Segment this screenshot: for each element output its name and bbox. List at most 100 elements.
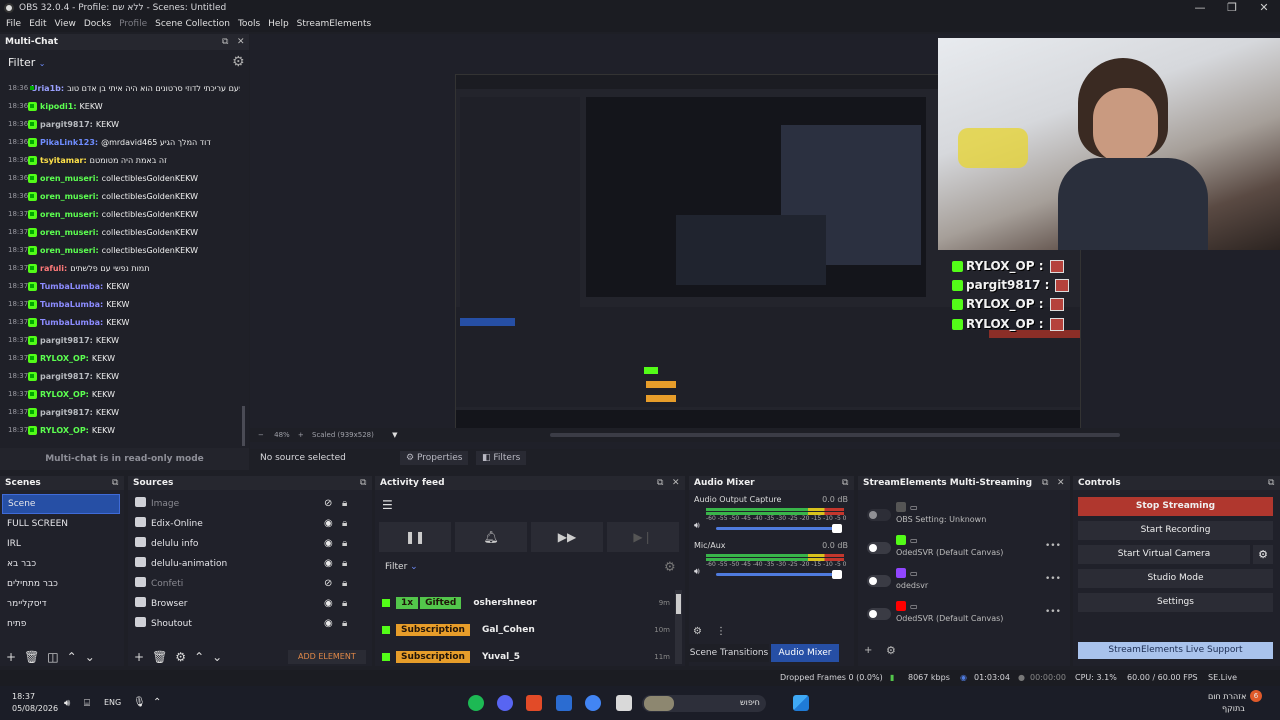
trash-icon[interactable]: 🗑: [24, 650, 47, 664]
chevron-up-icon[interactable]: ⌃: [194, 650, 212, 664]
lock-icon[interactable]: 🔒︎: [342, 594, 347, 614]
scene-list[interactable]: Scene FULL SCREEN IRL כבר בא כבר מתחילים דיסק…: [0, 494, 124, 634]
chat-filter[interactable]: Filter ⌄: [8, 56, 45, 69]
zoom-out-icon[interactable]: −: [258, 431, 264, 439]
trash-icon[interactable]: 🗑: [152, 650, 175, 664]
menu-scene-collection[interactable]: Scene Collection: [151, 19, 234, 29]
close-window-button[interactable]: ✕: [1244, 0, 1280, 16]
gear-icon[interactable]: ⚙: [175, 650, 194, 664]
chevron-up-icon[interactable]: ⌃: [153, 697, 161, 708]
skip-end-button[interactable]: ▶❘: [607, 522, 679, 552]
eye-icon[interactable]: ◉: [324, 614, 333, 634]
float-dock-icon[interactable]: ⧉: [657, 476, 663, 490]
source-item[interactable]: Confeti ⊘ 🔒︎: [128, 574, 372, 594]
activity-event[interactable]: Subscription Gal_Cohen 10m: [380, 616, 670, 643]
filter-icon[interactable]: ◫: [47, 650, 66, 664]
output-row[interactable]: ▭ OBS Setting: Unknown: [896, 502, 986, 524]
eye-icon[interactable]: ◉: [324, 554, 333, 574]
more-options-icon[interactable]: ⋮: [716, 626, 726, 637]
output-row[interactable]: ▭ OdedSVR (Default Canvas): [896, 535, 1003, 557]
microphone-icon[interactable]: 🎙︎: [133, 697, 146, 708]
volume-icon[interactable]: 🔊︎: [64, 698, 70, 709]
activity-scrollbar[interactable]: [675, 590, 682, 664]
chevron-down-icon[interactable]: ⌄: [212, 650, 230, 664]
menu-streamelements[interactable]: StreamElements: [293, 19, 376, 29]
settings-button[interactable]: Settings: [1078, 593, 1273, 612]
chevron-up-icon[interactable]: ⌃: [67, 650, 85, 664]
se-live-support-button[interactable]: StreamElements Live Support: [1078, 642, 1273, 659]
lock-icon[interactable]: 🔒︎: [342, 514, 347, 534]
network-icon[interactable]: ⌸: [84, 698, 90, 709]
lock-icon[interactable]: 🔒︎: [342, 554, 347, 574]
spotify-icon[interactable]: [468, 695, 484, 711]
filters-button[interactable]: ◧ Filters: [476, 451, 527, 465]
activity-event[interactable]: 1x Gifted oshershneor 9m: [380, 589, 670, 616]
close-dock-icon[interactable]: ✕: [1057, 476, 1065, 490]
menu-docks[interactable]: Docks: [80, 19, 115, 29]
chat-message-list[interactable]: 18:36 Uria1b: פעם עריכתי לדוזי סרטונים ה…: [0, 79, 240, 473]
output-row[interactable]: ▭ OdedSVR (Default Canvas): [896, 601, 1003, 623]
scene-item[interactable]: פתיח: [0, 614, 124, 634]
chevron-down-icon[interactable]: ⌄: [85, 650, 103, 664]
close-dock-icon[interactable]: ✕: [237, 34, 245, 50]
taskbar-search[interactable]: חיפוש: [642, 695, 766, 712]
notification-badge[interactable]: 6: [1250, 690, 1262, 702]
tab-audio-mixer[interactable]: Audio Mixer: [771, 644, 839, 662]
source-item[interactable]: Browser ◉ 🔒︎: [128, 594, 372, 614]
float-dock-icon[interactable]: ⧉: [360, 476, 366, 490]
file-explorer-icon[interactable]: [616, 695, 632, 711]
volume-slider[interactable]: [716, 524, 842, 533]
scene-item[interactable]: כבר בא: [0, 554, 124, 574]
discord-icon[interactable]: [497, 695, 513, 711]
scene-item[interactable]: Scene: [2, 494, 120, 514]
menu-file[interactable]: File: [2, 19, 25, 29]
stop-streaming-button[interactable]: Stop Streaming: [1078, 497, 1273, 516]
gear-icon[interactable]: ⚙: [664, 560, 676, 575]
add-icon[interactable]: +: [864, 645, 872, 656]
activity-event[interactable]: Subscription Yuval_5 11m: [380, 643, 670, 670]
menu-profile[interactable]: Profile: [115, 19, 151, 29]
source-item[interactable]: delulu-animation ◉ 🔒︎: [128, 554, 372, 574]
output-toggle[interactable]: [867, 542, 891, 554]
float-dock-icon[interactable]: ⧉: [1268, 476, 1274, 490]
source-item[interactable]: delulu info ◉ 🔒︎: [128, 534, 372, 554]
eye-closed-icon[interactable]: ⊘: [324, 574, 332, 594]
hamburger-menu-icon[interactable]: ☰: [382, 498, 393, 512]
add-icon[interactable]: +: [134, 650, 152, 664]
menu-help[interactable]: Help: [264, 19, 293, 29]
source-item[interactable]: Shoutout ◉ 🔒︎: [128, 614, 372, 634]
chrome-icon[interactable]: [585, 695, 601, 711]
close-dock-icon[interactable]: ✕: [672, 476, 680, 490]
output-toggle[interactable]: [867, 509, 891, 521]
lock-icon[interactable]: 🔒︎: [342, 494, 347, 514]
more-options-icon[interactable]: •••: [1045, 574, 1061, 584]
float-dock-icon[interactable]: ⧉: [112, 476, 118, 490]
preview-hscrollbar[interactable]: [550, 433, 1120, 437]
activity-filter[interactable]: Filter ⌄: [385, 562, 418, 572]
source-item[interactable]: Edix-Online ◉ 🔒︎: [128, 514, 372, 534]
float-dock-icon[interactable]: ⧉: [842, 476, 848, 490]
skip-forward-button[interactable]: ▶▶: [531, 522, 603, 552]
gear-icon[interactable]: ⚙: [232, 54, 245, 70]
zoom-in-icon[interactable]: +: [298, 431, 304, 439]
scene-item[interactable]: IRL: [0, 534, 124, 554]
menu-tools[interactable]: Tools: [234, 19, 264, 29]
preview-canvas[interactable]: RYLOX_OP : pargit9817 : RYLOX_OP : RYLOX…: [250, 34, 1280, 450]
scene-item[interactable]: דיסקליימר: [0, 594, 124, 614]
output-toggle[interactable]: [867, 575, 891, 587]
bell-icon[interactable]: 🔔︎: [455, 522, 527, 552]
more-options-icon[interactable]: •••: [1045, 607, 1061, 617]
source-item[interactable]: Image ⊘ 🔒︎: [128, 494, 372, 514]
language-indicator[interactable]: ENG: [104, 698, 121, 707]
chat-scrollbar[interactable]: [242, 406, 245, 446]
scene-item[interactable]: כבר מתחילים: [0, 574, 124, 594]
properties-button[interactable]: ⚙ Properties: [400, 451, 469, 465]
lock-icon[interactable]: 🔒︎: [342, 614, 347, 634]
volume-slider[interactable]: [716, 570, 842, 579]
eye-closed-icon[interactable]: ⊘: [324, 494, 332, 514]
speaker-icon[interactable]: 🔊︎: [694, 521, 700, 531]
output-toggle[interactable]: [867, 608, 891, 620]
tab-scene-transitions[interactable]: Scene Transitions: [689, 644, 769, 662]
speaker-icon[interactable]: 🔊︎: [694, 567, 700, 577]
output-row[interactable]: ▭ odedsvr: [896, 568, 928, 590]
